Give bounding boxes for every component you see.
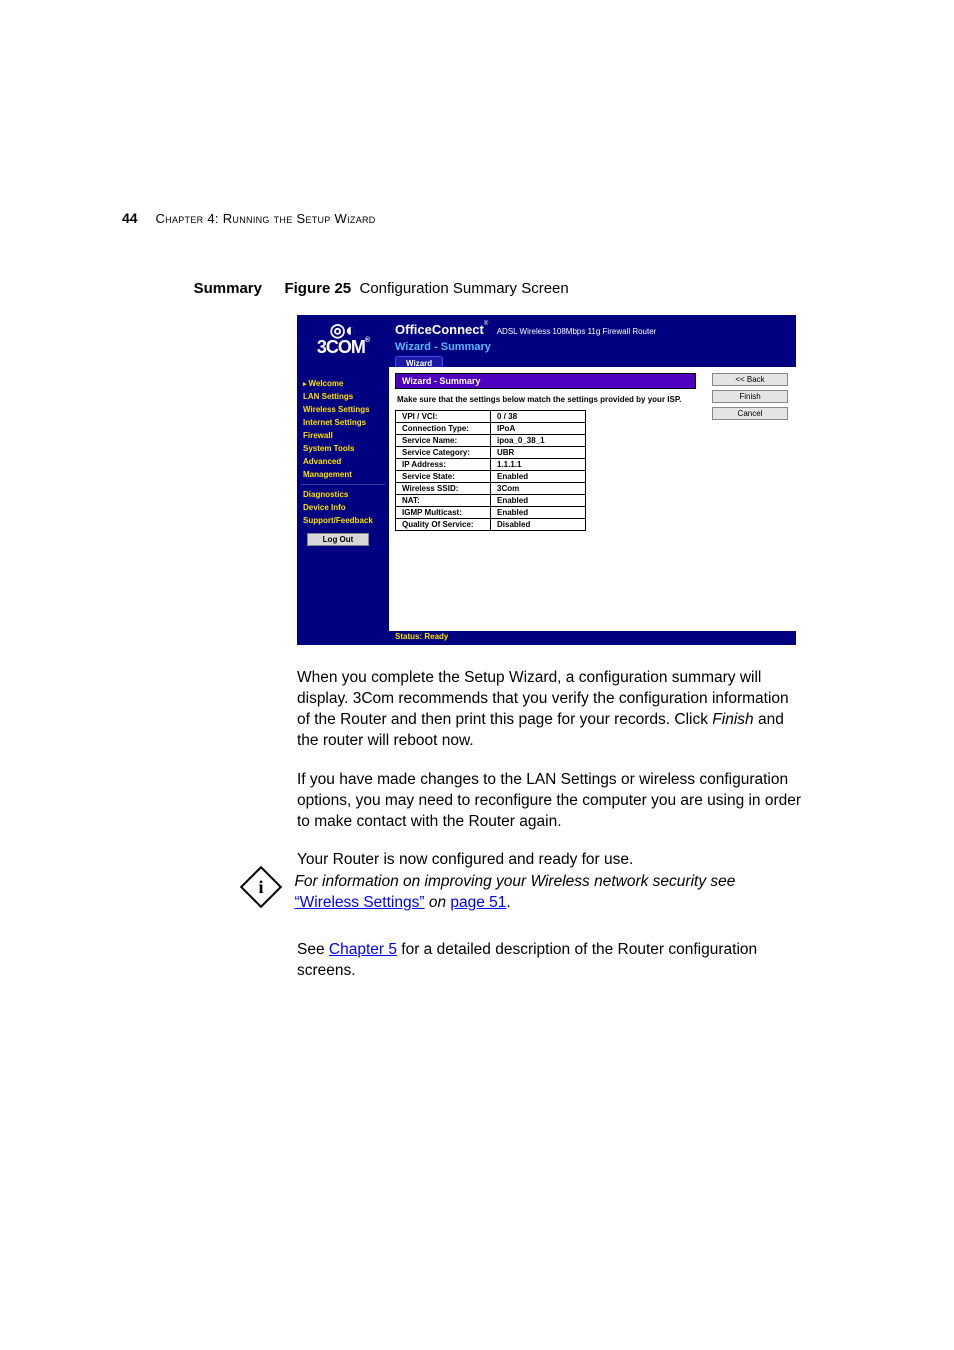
sidebar-divider	[301, 484, 385, 485]
status-bar: Status: Ready	[389, 631, 796, 645]
sidebar-item[interactable]: System Tools	[297, 442, 389, 455]
summary-value: 3Com	[491, 483, 586, 495]
product-subtitle: ADSL Wireless 108Mbps 11g Firewall Route…	[497, 327, 657, 336]
wizard-buttons: << Back Finish Cancel	[712, 373, 788, 420]
summary-value: Enabled	[491, 471, 586, 483]
sidebar-item[interactable]: Device Info	[297, 501, 389, 514]
paragraph-3: Your Router is now configured and ready …	[297, 850, 805, 871]
back-button[interactable]: << Back	[712, 373, 788, 386]
page-number: 44	[122, 210, 138, 226]
sidebar-item[interactable]: Welcome	[297, 377, 389, 390]
paragraph-1: When you complete the Setup Wizard, a co…	[297, 668, 805, 752]
table-row: NAT:Enabled	[396, 495, 586, 507]
paragraph-4: See Chapter 5 for a detailed description…	[297, 940, 805, 982]
table-row: Service State:Enabled	[396, 471, 586, 483]
cancel-button[interactable]: Cancel	[712, 407, 788, 420]
panel-title: Wizard - Summary	[395, 373, 696, 389]
wizard-title: Wizard - Summary	[395, 341, 786, 353]
summary-key: Service State:	[396, 471, 491, 483]
summary-value: 0 / 38	[491, 411, 586, 423]
body-text: When you complete the Setup Wizard, a co…	[297, 668, 805, 889]
sidebar-item[interactable]: Support/Feedback	[297, 514, 389, 527]
summary-value: Disabled	[491, 519, 586, 531]
summary-key: Wireless SSID:	[396, 483, 491, 495]
link-chapter-5[interactable]: Chapter 5	[329, 941, 397, 958]
summary-table: VPI / VCI:0 / 38Connection Type:IPoAServ…	[395, 410, 586, 531]
brand-logo: ◎◐ 3COM®	[297, 315, 389, 369]
link-page-51[interactable]: page 51	[450, 894, 506, 911]
sidebar-item[interactable]: Internet Settings	[297, 416, 389, 429]
summary-key: VPI / VCI:	[396, 411, 491, 423]
table-row: Connection Type:IPoA	[396, 423, 586, 435]
summary-value: UBR	[491, 447, 586, 459]
table-row: VPI / VCI:0 / 38	[396, 411, 586, 423]
product-name: OfficeConnect	[395, 322, 484, 337]
summary-key: IP Address:	[396, 459, 491, 471]
logo-icon: ◎◐	[297, 323, 389, 337]
table-row: Service Category:UBR	[396, 447, 586, 459]
chapter-title: Chapter 4: Running the Setup Wizard	[155, 211, 375, 226]
info-text: For information on improving your Wirele…	[294, 872, 794, 914]
summary-value: 1.1.1.1	[491, 459, 586, 471]
table-row: IGMP Multicast:Enabled	[396, 507, 586, 519]
summary-value: Enabled	[491, 507, 586, 519]
info-icon: i	[240, 866, 282, 908]
summary-key: Service Category:	[396, 447, 491, 459]
summary-value: ipoa_0_38_1	[491, 435, 586, 447]
sidebar-item[interactable]: Wireless Settings	[297, 403, 389, 416]
summary-key: Service Name:	[396, 435, 491, 447]
info-note: i For information on improving your Wire…	[246, 872, 806, 914]
paragraph-2: If you have made changes to the LAN Sett…	[297, 770, 805, 833]
running-header: 44 Chapter 4: Running the Setup Wizard	[122, 210, 376, 226]
brand-text: 3COM	[317, 337, 365, 357]
summary-key: IGMP Multicast:	[396, 507, 491, 519]
figure-number: Figure 25	[284, 280, 351, 297]
summary-key: NAT:	[396, 495, 491, 507]
link-wireless-settings[interactable]: “Wireless Settings”	[294, 894, 424, 911]
section-heading: Summary	[122, 280, 280, 297]
sidebar-item[interactable]: Firewall	[297, 429, 389, 442]
app-header: OfficeConnect® ADSL Wireless 108Mbps 11g…	[389, 315, 796, 367]
sidebar-item[interactable]: LAN Settings	[297, 390, 389, 403]
logout-button[interactable]: Log Out	[307, 533, 369, 546]
summary-value: Enabled	[491, 495, 586, 507]
sidebar: WelcomeLAN SettingsWireless SettingsInte…	[297, 369, 389, 631]
sidebar-item[interactable]: Management	[297, 468, 389, 481]
finish-button[interactable]: Finish	[712, 390, 788, 403]
table-row: Quality Of Service:Disabled	[396, 519, 586, 531]
figure-caption: Figure 25 Configuration Summary Screen	[284, 280, 568, 297]
summary-key: Quality Of Service:	[396, 519, 491, 531]
summary-key: Connection Type:	[396, 423, 491, 435]
summary-value: IPoA	[491, 423, 586, 435]
table-row: Wireless SSID:3Com	[396, 483, 586, 495]
sidebar-item[interactable]: Advanced	[297, 455, 389, 468]
finish-word: Finish	[712, 711, 753, 728]
screenshot: ◎◐ 3COM® OfficeConnect® ADSL Wireless 10…	[297, 315, 796, 645]
table-row: Service Name:ipoa_0_38_1	[396, 435, 586, 447]
table-row: IP Address:1.1.1.1	[396, 459, 586, 471]
sidebar-item[interactable]: Diagnostics	[297, 488, 389, 501]
figure-title: Configuration Summary Screen	[359, 280, 568, 297]
